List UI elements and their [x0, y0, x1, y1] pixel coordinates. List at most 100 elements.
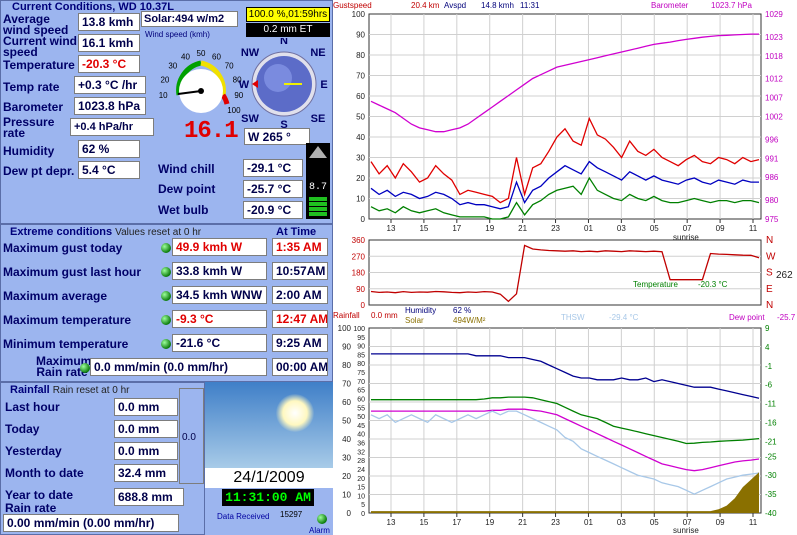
climate-y-tick-label: 70 [342, 380, 351, 389]
data-received-count: 15297 [280, 510, 303, 519]
barometer-label: Barometer [3, 100, 64, 114]
wind-y-tick-label: 80 [356, 51, 365, 60]
max-average-value: 34.5 kmh WNW [172, 286, 267, 304]
humidity-y-tick-label: 55 [357, 405, 365, 412]
wind-y-tick-label: 50 [356, 113, 365, 122]
humidity-value: 62 % [78, 140, 140, 158]
alarm-led-icon[interactable] [317, 514, 327, 524]
wind-chill-label: Wind chill [158, 162, 215, 176]
pressure-y-tick-label: 991 [765, 154, 779, 163]
x-tick-label: 13 [387, 518, 396, 527]
humidity-y-tick-label: 32 [357, 449, 365, 456]
wind-y-tick-label: 30 [356, 154, 365, 163]
humidity-y-tick-label: 80 [357, 361, 365, 368]
dew-point-depression-label: Dew pt depr. [3, 164, 75, 178]
chart-time: 11:31 [520, 1, 540, 10]
level-meter-up-icon [309, 146, 327, 158]
dew-point-label: Dew point [158, 182, 216, 196]
rainfall-legend: Rainfall [333, 311, 360, 320]
climate-y-tick-label: 30 [342, 454, 351, 463]
temperature-y-tick-label: -35 [765, 490, 777, 499]
x-tick-label: 11 [749, 518, 758, 527]
pressure-y-tick-label: 1007 [765, 94, 783, 103]
wind-y-tick-label: 20 [356, 174, 365, 183]
humidity-y-tick-label: 50 [357, 414, 365, 421]
thsw-legend-value: -29.4 °C [609, 313, 639, 322]
gauge-hub [198, 88, 204, 94]
wind-y-tick-label: 60 [356, 92, 365, 101]
rainfall-legend-value: 0.0 mm [371, 311, 398, 320]
x-tick-label: 19 [485, 518, 494, 527]
humidity-y-tick-label: 90 [357, 344, 365, 351]
extreme-conditions-title: Extreme conditions Values reset at 0 hr [10, 226, 201, 238]
last-hour-label: Last hour [5, 400, 60, 414]
thsw-legend: THSW [561, 313, 585, 322]
max-temperature-label: Maximum temperature [3, 313, 132, 327]
gauge-tick-label: 10 [159, 91, 168, 100]
temperature-y-tick-label: -40 [765, 509, 777, 518]
direction-y-tick-label: 90 [356, 285, 365, 294]
min-temperature-led-icon [161, 339, 171, 349]
today-rain-label: Today [5, 422, 40, 436]
at-time-heading: At Time [276, 226, 317, 238]
percent-time-badge: 100.0 %,01:59hrs [246, 7, 330, 22]
x-tick-label: 09 [716, 518, 725, 527]
sun-icon [276, 394, 314, 432]
wind-y-tick-label: 10 [356, 195, 365, 204]
month-rain-label: Month to date [5, 466, 84, 480]
current-date: 24/1/2009 [205, 468, 333, 488]
climate-y-tick-label: 90 [342, 343, 351, 352]
year-rain-label: Year to date [5, 488, 74, 502]
dew-point-depression-value: 5.4 °C [78, 161, 140, 179]
x-tick-label: 17 [452, 518, 461, 527]
graphs-area: 0102030405060708090100 97598098699199610… [333, 0, 797, 535]
average-wind-label: Average wind speed [3, 12, 69, 37]
last-hour-value: 0.0 mm [114, 398, 178, 416]
gauge-tick-label: 70 [225, 62, 234, 71]
evapotranspiration-badge: 0.2 mm ET [246, 23, 330, 37]
compass-n: N [280, 38, 288, 47]
pressure-rate-label: Pressure rate [3, 115, 55, 140]
digital-wind-speed: 16.1 [184, 118, 239, 145]
x-tick-label: 21 [518, 518, 527, 527]
pressure-y-tick-label: 975 [765, 215, 779, 224]
temp-rate-label: Temp rate [3, 80, 60, 94]
climate-y-tick-label: 50 [342, 417, 351, 426]
max-gust-today-value: 49.9 kmh W [172, 238, 267, 256]
pressure-y-tick-label: 1002 [765, 113, 783, 122]
data-received-label: Data Received [217, 512, 270, 521]
temperature-y-tick-label: -6 [765, 381, 773, 390]
x-tick-label: 03 [617, 224, 626, 233]
wind-direction-value: W 265 ° [244, 128, 310, 145]
humidity-y-tick-label: 15 [357, 485, 365, 492]
humidity-y-tick-label: 36 [357, 441, 365, 448]
temperature-label: Temperature [3, 58, 75, 72]
max-gust-hour-led-icon [161, 267, 171, 277]
max-gust-hour-label: Maximum gust last hour [3, 265, 142, 279]
x-tick-label: 09 [716, 224, 725, 233]
gauge-tick-label: 20 [160, 75, 169, 84]
dew-point-value: -25.7 °C [243, 180, 303, 198]
temp-rate-value: +0.3 °C /hr [74, 76, 146, 94]
year-rain-value: 688.8 mm [114, 488, 184, 506]
compass-w: W [239, 79, 250, 91]
wind-y-tick-label: 100 [352, 10, 366, 19]
month-rain-value: 32.4 mm [114, 464, 178, 482]
gauge-tick-label: 30 [168, 62, 177, 71]
barometer-legend-value: 1023.7 hPa [711, 1, 752, 10]
humidity-y-tick-label: 40 [357, 432, 365, 439]
gauge-red-arc [220, 93, 230, 105]
compass-se: SE [311, 113, 326, 125]
x-tick-label: 05 [650, 224, 659, 233]
gauge-tick-label: 50 [197, 49, 206, 58]
dewpoint-legend: Dew point [729, 313, 765, 322]
current-time: 11:31:00 AM [222, 489, 314, 506]
min-temperature-time: 9:25 AM [272, 334, 328, 352]
rain-rate-value: 0.00 mm/min (0.00 mm/hr) [3, 514, 179, 532]
x-tick-label: 13 [387, 224, 396, 233]
humidity-y-tick-label: 24 [357, 467, 365, 474]
x-tick-label: 15 [419, 518, 428, 527]
direction-compass-label: N [766, 235, 773, 246]
gust-legend: Gustspeed [333, 1, 372, 10]
compass-nw: NW [241, 47, 260, 59]
